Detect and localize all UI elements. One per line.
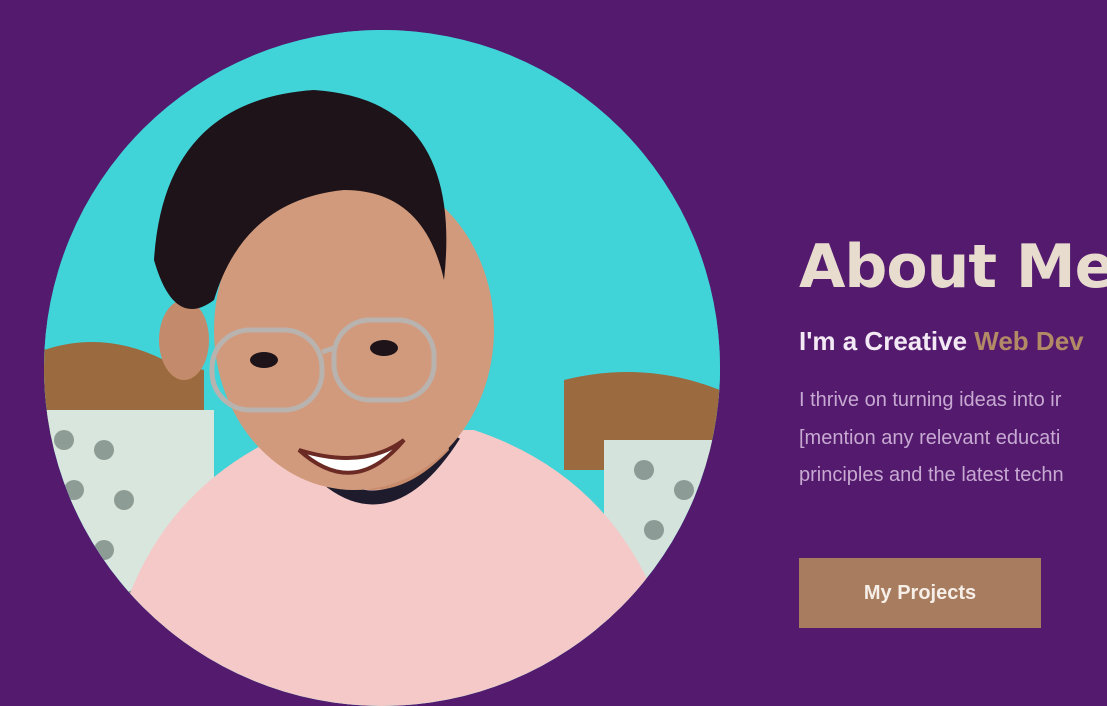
- my-projects-button[interactable]: My Projects: [799, 558, 1041, 628]
- description-line: I thrive on turning ideas into ir: [799, 389, 1062, 411]
- page-title: About Me: [799, 232, 1107, 302]
- description-line: [mention any relevant educati: [799, 426, 1061, 449]
- subtitle-accent: Web Dev: [974, 326, 1084, 356]
- subtitle-prefix: I'm a Creative: [799, 326, 975, 356]
- description-line: principles and the latest techn: [799, 464, 1064, 486]
- about-section: About Me I'm a Creative Web Dev I thrive…: [799, 228, 1107, 495]
- profile-photo: [44, 30, 720, 706]
- description: I thrive on turning ideas into ir [menti…: [799, 382, 1107, 495]
- subtitle: I'm a Creative Web Dev: [799, 326, 1107, 356]
